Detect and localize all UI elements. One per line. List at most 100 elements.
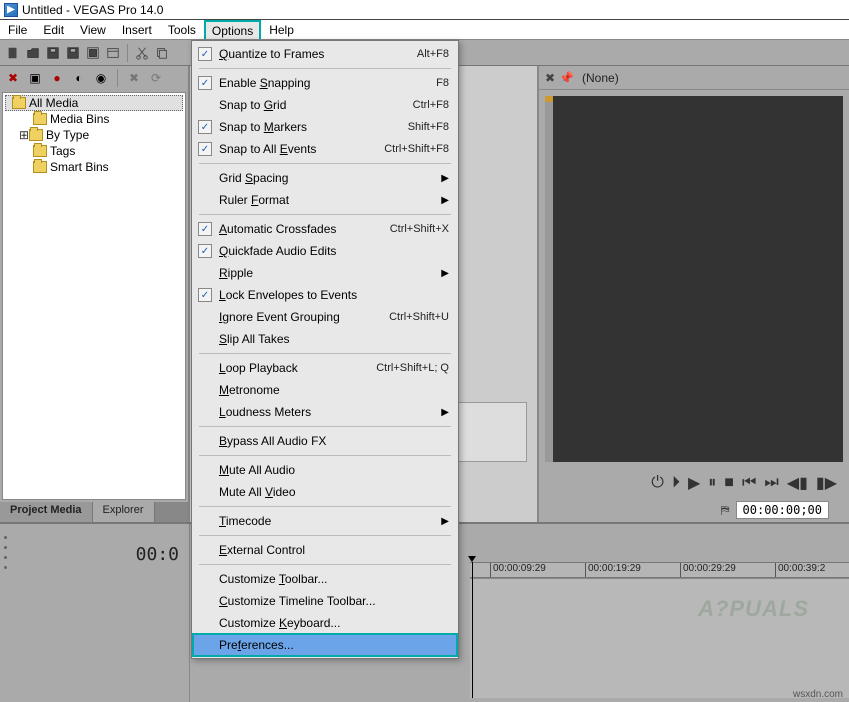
menu-item-metronome[interactable]: Metronome xyxy=(193,379,457,401)
menu-view[interactable]: View xyxy=(72,20,114,39)
play-from-start-icon[interactable]: ⏵ xyxy=(672,474,680,492)
menu-item-label: Quantize to Frames xyxy=(219,47,324,61)
menu-help[interactable]: Help xyxy=(261,20,302,39)
menu-item-enable-snapping[interactable]: ✓ Enable Snapping F8 xyxy=(193,72,457,94)
menu-tools[interactable]: Tools xyxy=(160,20,204,39)
menu-item-label: Automatic Crossfades xyxy=(219,222,336,236)
menu-item-label: Enable Snapping xyxy=(219,76,310,90)
preview-viewport[interactable] xyxy=(545,96,843,462)
menu-item-snap-to-markers[interactable]: ✓Snap to MarkersShift+F8 xyxy=(193,116,457,138)
menu-file[interactable]: File xyxy=(0,20,35,39)
menu-item-customize-keyboard[interactable]: Customize Keyboard... xyxy=(193,612,457,634)
tree-node[interactable]: Media Bins xyxy=(5,111,183,127)
menu-item-label: Lock Envelopes to Events xyxy=(219,288,357,302)
menu-shortcut: Ctrl+Shift+F8 xyxy=(384,143,449,155)
time-ruler[interactable]: 00:00:09:2900:00:19:2900:00:29:2900:00:3… xyxy=(470,562,849,578)
stop-icon[interactable]: ■ xyxy=(724,474,734,492)
close-icon[interactable]: ✖ xyxy=(545,71,555,85)
new-icon[interactable] xyxy=(4,44,22,62)
menu-shortcut: Ctrl+Shift+U xyxy=(389,311,449,323)
drag-handle-icon[interactable] xyxy=(4,532,10,572)
tab-explorer[interactable]: Explorer xyxy=(93,502,155,522)
menu-item-label: External Control xyxy=(219,543,305,557)
menu-separator xyxy=(199,426,451,427)
menu-item-customize-timeline-toolbar[interactable]: Customize Timeline Toolbar... xyxy=(193,590,457,612)
menu-item-loop-playback[interactable]: Loop PlaybackCtrl+Shift+L; Q xyxy=(193,357,457,379)
fx-icon[interactable]: ◐ xyxy=(70,69,88,87)
preview-panel: ✖ 📌 (None) ⏻ ⏵ ▶ ⏸ ■ ⏮ ⏭ ◀▮ ▮▶ ⛿ 00:00:0… xyxy=(539,66,849,522)
go-end-icon[interactable]: ⏭ xyxy=(764,474,778,492)
menu-item-external-control[interactable]: External Control xyxy=(193,539,457,561)
menu-shortcut: Shift+F8 xyxy=(408,121,449,133)
render-icon[interactable] xyxy=(84,44,102,62)
tab-project-media[interactable]: Project Media xyxy=(0,502,93,522)
record-icon[interactable]: ● xyxy=(48,69,66,87)
menu-shortcut: F8 xyxy=(436,77,449,89)
playhead[interactable] xyxy=(472,562,473,698)
menu-item-snap-to-all-events[interactable]: ✓Snap to All EventsCtrl+Shift+F8 xyxy=(193,138,457,160)
copy-icon[interactable] xyxy=(153,44,171,62)
remove-icon[interactable]: ✖ xyxy=(125,69,143,87)
folder-icon xyxy=(33,113,47,125)
footer-text: wsxdn.com xyxy=(793,689,843,700)
menu-item-mute-all-video[interactable]: Mute All Video xyxy=(193,481,457,503)
save-icon[interactable] xyxy=(44,44,62,62)
menu-item-loudness-meters[interactable]: Loudness Meters▶ xyxy=(193,401,457,423)
timecode-value[interactable]: 00:00:00;00 xyxy=(736,501,829,519)
media-icon[interactable]: ▣ xyxy=(26,69,44,87)
menu-item-slip-all-takes[interactable]: Slip All Takes xyxy=(193,328,457,350)
cut-icon[interactable] xyxy=(133,44,151,62)
check-icon: ✓ xyxy=(198,76,212,90)
menu-separator xyxy=(199,564,451,565)
menu-separator xyxy=(199,163,451,164)
web-icon[interactable]: ◉ xyxy=(92,69,110,87)
tree-node[interactable]: Tags xyxy=(5,143,183,159)
next-frame-icon[interactable]: ▮▶ xyxy=(816,473,837,493)
pin-icon[interactable]: 📌 xyxy=(559,71,574,85)
menu-item-lock-envelopes-to-events[interactable]: ✓Lock Envelopes to Events xyxy=(193,284,457,306)
menu-options[interactable]: Options xyxy=(204,20,261,39)
menu-item-ripple[interactable]: Ripple▶ xyxy=(193,262,457,284)
menu-item-mute-all-audio[interactable]: Mute All Audio xyxy=(193,459,457,481)
menu-item-ignore-event-grouping[interactable]: Ignore Event Grouping Ctrl+Shift+U xyxy=(193,306,457,328)
tree-node[interactable]: Smart Bins xyxy=(5,159,183,175)
play-icon[interactable]: ▶ xyxy=(688,473,700,493)
submenu-arrow-icon: ▶ xyxy=(441,195,449,206)
menu-item-bypass-all-audio-fx[interactable]: Bypass All Audio FX xyxy=(193,430,457,452)
open-icon[interactable] xyxy=(24,44,42,62)
properties-icon[interactable] xyxy=(104,44,122,62)
tree-node[interactable]: ⊞By Type xyxy=(5,127,183,143)
prev-frame-icon[interactable]: ◀▮ xyxy=(787,473,808,493)
marker-icon[interactable]: ⛿ xyxy=(721,503,730,518)
menu-item-label: Snap to Markers xyxy=(219,120,307,134)
menu-item-label: Loop Playback xyxy=(219,361,298,375)
window-title: Untitled - VEGAS Pro 14.0 xyxy=(22,3,163,17)
menu-item-label: Mute All Video xyxy=(219,485,296,499)
refresh-icon[interactable]: ⟳ xyxy=(147,69,165,87)
menu-item-timecode[interactable]: Timecode▶ xyxy=(193,510,457,532)
folder-icon xyxy=(12,97,26,109)
menu-item-label: Timecode xyxy=(219,514,271,528)
menu-item-customize-toolbar[interactable]: Customize Toolbar... xyxy=(193,568,457,590)
menu-item-grid-spacing[interactable]: Grid Spacing▶ xyxy=(193,167,457,189)
menu-item-label: Snap to All Events xyxy=(219,142,316,156)
menu-item-ruler-format[interactable]: Ruler Format▶ xyxy=(193,189,457,211)
preview-header: ✖ 📌 (None) xyxy=(539,66,849,90)
close-icon[interactable]: ✖ xyxy=(4,69,22,87)
menu-item-label: Ignore Event Grouping xyxy=(219,310,340,324)
go-start-icon[interactable]: ⏮ xyxy=(742,474,756,492)
tree-node[interactable]: All Media xyxy=(5,95,183,111)
menu-item-quickfade-audio-edits[interactable]: ✓Quickfade Audio Edits xyxy=(193,240,457,262)
ruler-mark: 00:00:39:2 xyxy=(775,563,825,577)
power-icon[interactable]: ⏻ xyxy=(651,474,664,492)
menu-insert[interactable]: Insert xyxy=(114,20,160,39)
media-tree[interactable]: All MediaMedia Bins⊞By TypeTagsSmart Bin… xyxy=(2,92,186,500)
saveas-icon[interactable] xyxy=(64,44,82,62)
menu-edit[interactable]: Edit xyxy=(35,20,72,39)
menu-item-quantize-to-frames[interactable]: ✓Quantize to FramesAlt+F8 xyxy=(193,43,457,65)
menu-separator xyxy=(199,214,451,215)
pause-icon[interactable]: ⏸ xyxy=(708,474,716,492)
menu-item-automatic-crossfades[interactable]: ✓Automatic CrossfadesCtrl+Shift+X xyxy=(193,218,457,240)
menu-item-snap-to-grid[interactable]: Snap to GridCtrl+F8 xyxy=(193,94,457,116)
menu-item-preferences[interactable]: Preferences... xyxy=(193,634,457,656)
